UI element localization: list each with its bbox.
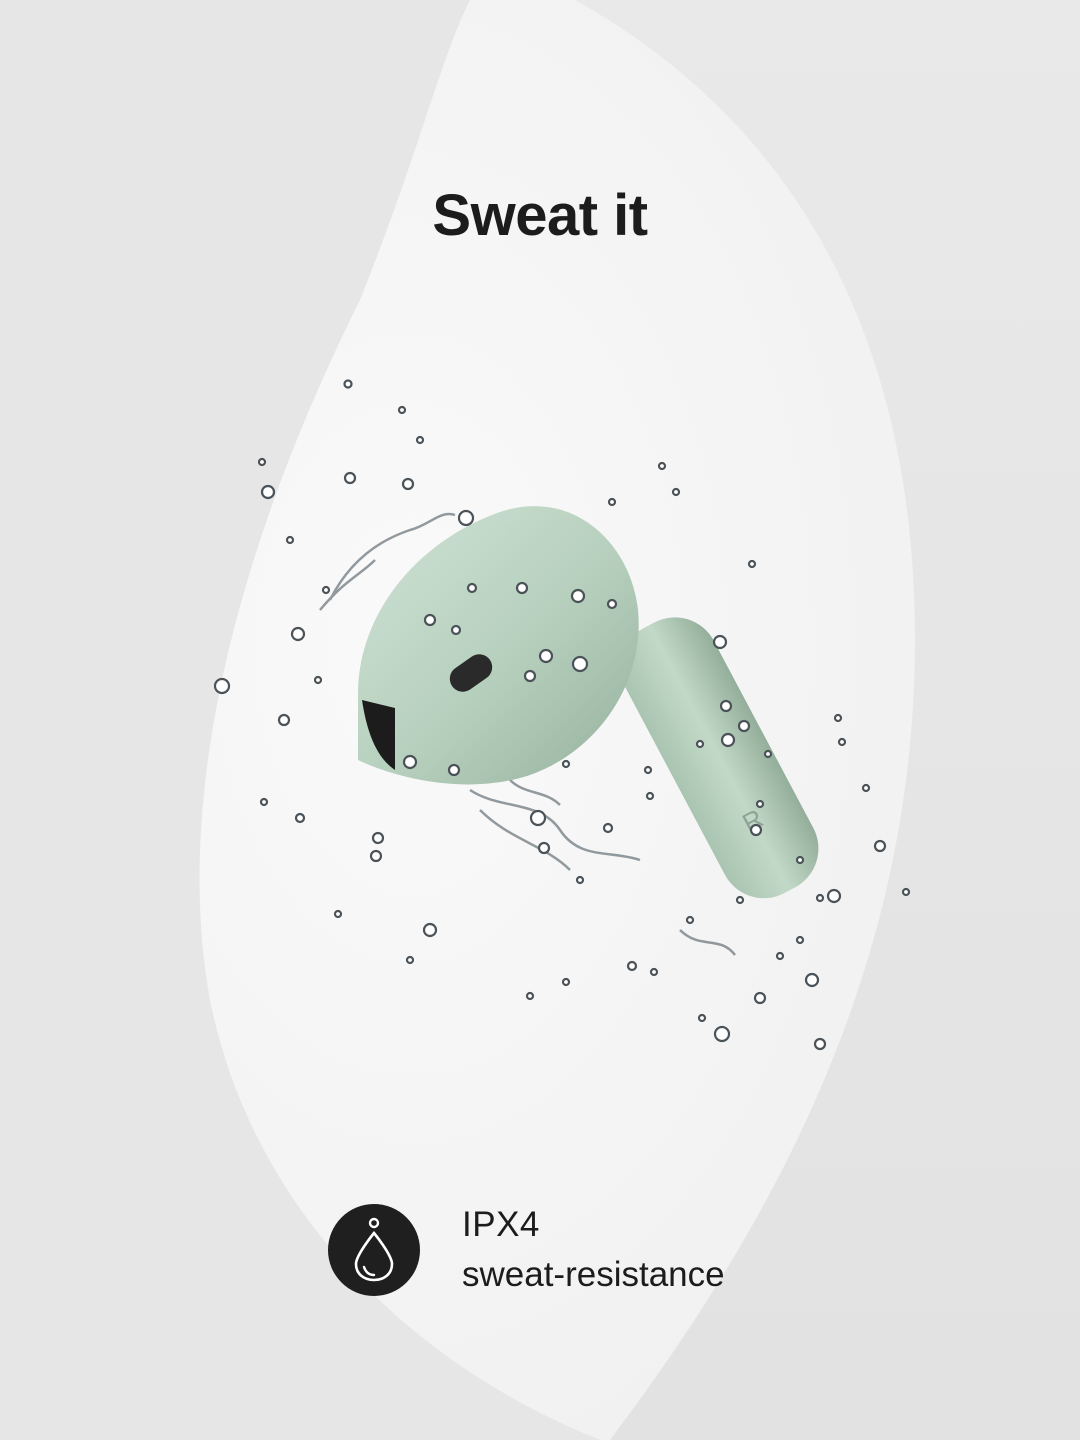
water-drop-icon xyxy=(328,1204,420,1296)
promo-card: Sweat it R IPX4 sweat-resistance xyxy=(0,0,1080,1440)
feature-subtitle: sweat-resistance xyxy=(462,1255,725,1294)
feature-title: IPX4 xyxy=(462,1205,540,1244)
feature-ipx4: IPX4 sweat-resistance xyxy=(328,1204,725,1296)
